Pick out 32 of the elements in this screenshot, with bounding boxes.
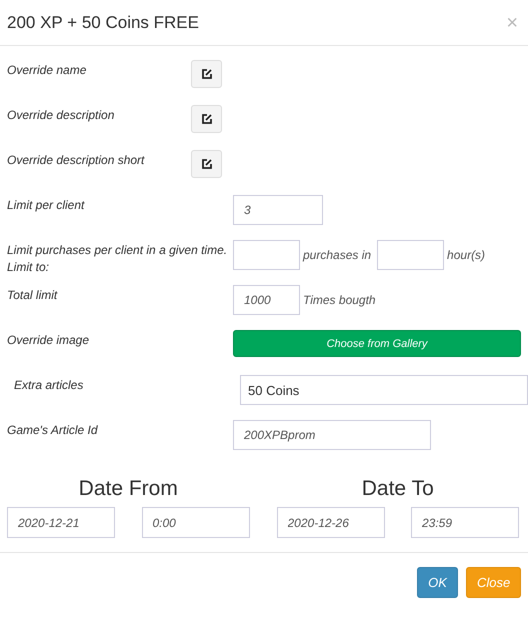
edit-button[interactable]: [191, 150, 222, 178]
input-field[interactable]: 200XPBprom: [233, 420, 431, 450]
field-label: Override image: [7, 332, 90, 349]
ok-button[interactable]: OK: [417, 567, 458, 598]
field-label: Game's Article Id: [7, 422, 99, 439]
edit-button[interactable]: [191, 105, 222, 133]
edit-icon: [200, 68, 212, 80]
input-field[interactable]: 3: [233, 195, 323, 225]
field-label: Limit purchases per client in a given time. Limit to:: [7, 242, 228, 276]
input-field[interactable]: 50 Coins: [240, 375, 528, 405]
input-field[interactable]: 1000: [233, 285, 300, 315]
time-field[interactable]: 0:00: [142, 507, 250, 538]
edit-icon: [200, 113, 212, 125]
section-heading: Date From: [78, 477, 178, 501]
field-label: Limit per client: [7, 197, 86, 214]
field-label: Override name: [7, 62, 88, 79]
date-field[interactable]: 2020-12-26: [276, 507, 384, 538]
edit-icon: [200, 158, 212, 170]
input-field[interactable]: [233, 240, 300, 270]
field-unit: Times bougth: [303, 293, 376, 307]
edit-button[interactable]: [191, 60, 222, 88]
field-label: Override description short: [7, 152, 146, 169]
field-label: Override description: [7, 107, 116, 124]
section-heading: Date To: [362, 477, 434, 501]
time-field[interactable]: 23:59: [411, 507, 519, 538]
field-label: Total limit: [7, 287, 58, 304]
window-title: 200 XP + 50 Coins FREE: [7, 12, 199, 32]
field-text: purchases in: [303, 248, 372, 262]
field-label: Extra articles: [14, 377, 84, 394]
field-unit: hour(s): [447, 248, 486, 262]
date-field[interactable]: 2020-12-21: [7, 507, 115, 538]
input-field[interactable]: [377, 240, 444, 270]
